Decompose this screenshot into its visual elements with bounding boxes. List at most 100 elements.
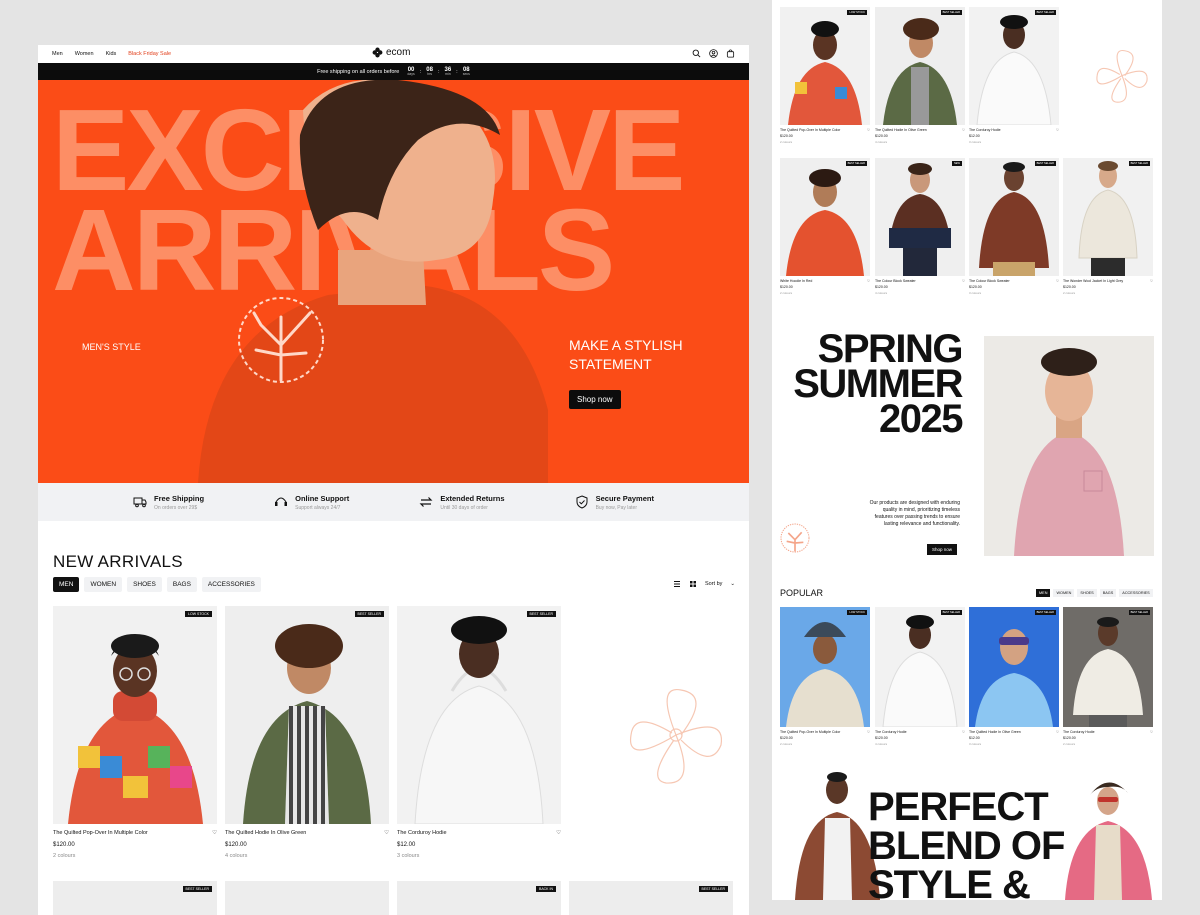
nav-link-men[interactable]: Men (52, 51, 63, 57)
feature-title: Free Shipping (154, 493, 205, 503)
flower-outline-decoration (1096, 49, 1148, 103)
tab-shoes[interactable]: SHOES (127, 577, 162, 592)
logo[interactable]: ecom (372, 47, 410, 58)
spring-shop-now-button[interactable]: Shop now (927, 544, 958, 555)
tab-accessories[interactable]: ACCESSORIES (201, 577, 261, 592)
countdown-unit: min (445, 71, 451, 76)
tab-bags[interactable]: BAGS (1099, 589, 1117, 597)
heart-icon[interactable]: ♡ (867, 279, 870, 283)
product-card-peek[interactable]: BEST SELLER (569, 881, 733, 915)
bag-icon[interactable] (726, 49, 735, 58)
tab-bags[interactable]: BAGS (166, 577, 197, 592)
product-card[interactable]: BEST SELLER The Quilted Hodie In Olive G… (969, 607, 1059, 746)
chevron-down-icon: ⌄ (730, 581, 735, 587)
hero-shop-now-button[interactable]: Shop now (569, 390, 621, 409)
nav-link-black-friday[interactable]: Black Friday Sale (128, 51, 171, 57)
user-icon[interactable] (709, 49, 718, 58)
heart-icon[interactable]: ♡ (556, 830, 561, 836)
sort-by-dropdown[interactable]: Sort by (705, 581, 722, 587)
feature-secure-payment: Secure Payment Buy now, Pay later (575, 494, 654, 511)
product-name: The Colour Block Sweater (875, 279, 916, 283)
product-price: $120.00 (875, 285, 888, 289)
nav-link-women[interactable]: Women (75, 51, 94, 57)
product-name: The Colour Block Sweater (969, 279, 1010, 283)
tab-women[interactable]: WOMEN (1053, 589, 1075, 597)
features-bar: Free Shipping On orders over 29$ Online S… (38, 483, 749, 521)
product-card[interactable]: LOW STOCK The Quilted Pop-Over In Multip… (780, 7, 870, 144)
heart-icon[interactable]: ♡ (962, 279, 965, 283)
heart-icon[interactable]: ♡ (867, 128, 870, 132)
product-price: $120.00 (875, 134, 888, 138)
list-view-icon[interactable] (673, 580, 681, 588)
product-colors: 2 colours (1063, 742, 1076, 746)
tab-women[interactable]: WOMEN (84, 577, 123, 592)
popular-tabs: MEN WOMEN SHOES BAGS ACCESSORIES (1036, 589, 1153, 597)
countdown-unit: secs (462, 71, 470, 76)
heart-icon[interactable]: ♡ (1056, 128, 1059, 132)
feature-title: Secure Payment (595, 493, 654, 503)
heart-icon[interactable]: ♡ (962, 730, 965, 734)
tab-accessories[interactable]: ACCESSORIES (1119, 589, 1153, 597)
product-image: LOW STOCK (53, 606, 217, 824)
heart-icon[interactable]: ♡ (212, 830, 217, 836)
tab-men[interactable]: MEN (1036, 589, 1051, 597)
flower-outline-decoration (629, 688, 723, 784)
product-card[interactable]: BEST SELLER The Wonder Wool Jacket In Li… (1063, 158, 1153, 295)
hero-tagline: MAKE A STYLISH STATEMENT (569, 337, 683, 372)
product-card[interactable]: LOW STOCK The Quilted Pop-Over In Multip… (53, 606, 217, 859)
heart-icon[interactable]: ♡ (962, 128, 965, 132)
product-card[interactable]: BEST SELLER The Corduroy Hodie ♡ $12.00 3… (397, 606, 561, 859)
product-card[interactable]: BEST SELLER The Quilted Hodie In Olive G… (875, 7, 965, 144)
blend-line2: BLEND OF (868, 824, 1065, 868)
product-image: NEW (875, 158, 965, 276)
product-price: $120.00 (780, 134, 793, 138)
shield-icon (576, 495, 588, 509)
product-image: BEST SELLER (969, 7, 1059, 125)
tab-men[interactable]: MEN (53, 577, 80, 592)
product-card-peek[interactable]: BACK IN (397, 881, 561, 915)
feature-subtitle: Buy now, Pay later (595, 504, 638, 511)
heart-icon[interactable]: ♡ (1056, 730, 1059, 734)
product-price: $120.00 (1063, 285, 1076, 289)
product-name: The Corduroy Hodie (1063, 730, 1095, 734)
coral-emblem-icon (238, 297, 324, 383)
heart-icon[interactable]: ♡ (1056, 279, 1059, 283)
product-card[interactable]: BEST SELLER White Hoodie In Red ♡ $120.00… (780, 158, 870, 295)
product-card-peek[interactable]: BEST SELLER (53, 881, 217, 915)
product-image: BEST SELLER (225, 606, 389, 824)
secondary-page-preview: LOW STOCK The Quilted Pop-Over In Multip… (772, 0, 1162, 900)
product-name: White Hoodie In Red (780, 279, 813, 283)
product-card[interactable]: NEW The Colour Block Sweater ♡ $120.00 4 … (875, 158, 965, 295)
spring-line3: 2025 (879, 397, 963, 441)
heart-icon[interactable]: ♡ (384, 830, 389, 836)
product-price: $12.00 (969, 736, 980, 740)
blend-model-right-image (1065, 782, 1152, 900)
new-arrivals-title: NEW ARRIVALS (53, 552, 183, 571)
product-card[interactable]: BEST SELLER The Corduroy Hodie ♡ $120.00 … (875, 607, 965, 746)
heart-icon[interactable]: ♡ (867, 730, 870, 734)
product-image: BEST SELLER (1063, 607, 1153, 727)
product-card[interactable]: LOW STOCK The Quilted Pop-Over In Multip… (780, 607, 870, 746)
spring-description: Our products are designed with enduring … (869, 500, 960, 527)
grid-view-icon[interactable] (689, 580, 697, 588)
product-card[interactable]: BEST SELLER The Quilted Hodie In Olive G… (225, 606, 389, 859)
product-card[interactable]: BEST SELLER The Colour Block Sweater ♡ $1… (969, 158, 1059, 295)
heart-icon[interactable]: ♡ (1150, 279, 1153, 283)
product-colors: 4 colours (225, 853, 248, 859)
product-card[interactable]: BEST SELLER The Corduroy Hodie ♡ $120.00 … (1063, 607, 1153, 746)
tab-shoes[interactable]: SHOES (1077, 589, 1097, 597)
logo-text: ecom (386, 47, 411, 58)
heart-icon[interactable]: ♡ (1150, 730, 1153, 734)
product-colors: 3 colours (969, 140, 982, 144)
product-card-peek[interactable] (225, 881, 389, 915)
search-icon[interactable] (692, 49, 701, 58)
product-image: BEST SELLER (397, 606, 561, 824)
product-badge: BEST SELLER (1128, 610, 1150, 615)
product-image: LOW STOCK (780, 7, 870, 125)
product-card[interactable]: BEST SELLER The Corduroy Hodie ♡ $12.00 3… (969, 7, 1059, 144)
spring-model-image (984, 336, 1154, 556)
nav-link-kids[interactable]: Kids (106, 51, 117, 57)
countdown-timer: 00 days : 08 hrs : 36 min : 08 secs (407, 66, 470, 76)
headset-icon (275, 497, 288, 506)
product-name: The Quilted Hodie In Olive Green (969, 730, 1021, 734)
